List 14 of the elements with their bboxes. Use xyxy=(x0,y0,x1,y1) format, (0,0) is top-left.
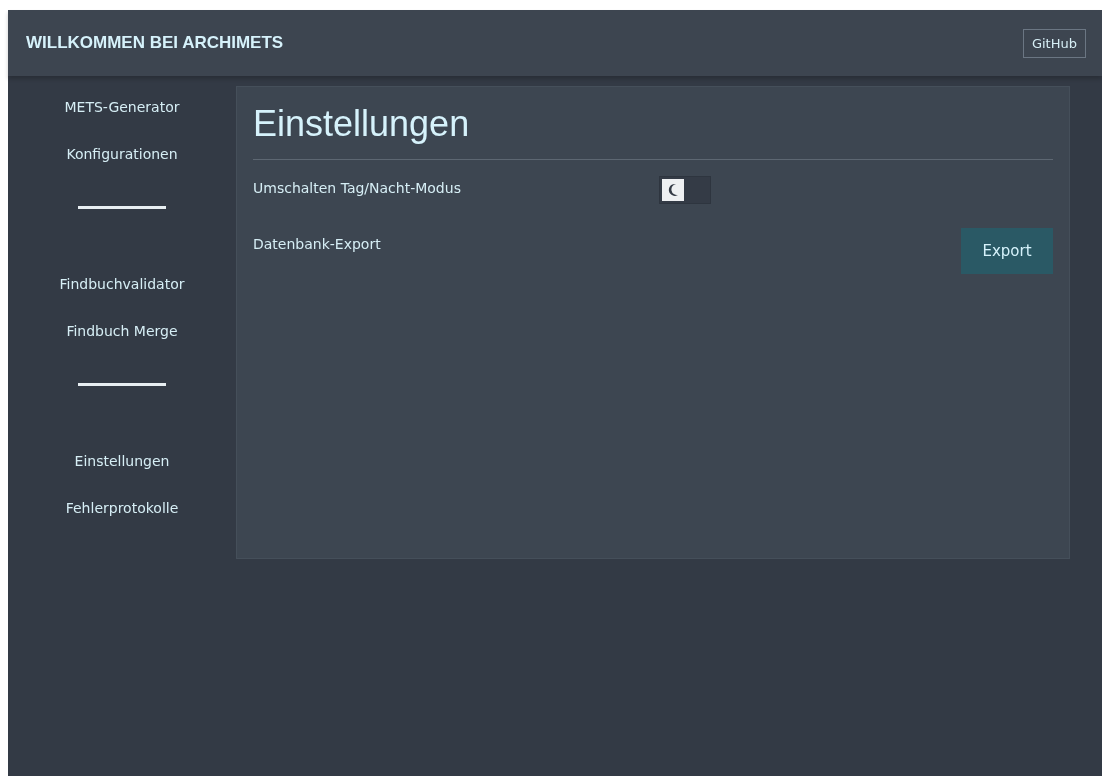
nav-link[interactable]: Findbuchvalidator xyxy=(59,273,185,320)
nav-link[interactable]: Konfigurationen xyxy=(66,143,178,190)
nav-link[interactable]: Findbuch Merge xyxy=(66,320,178,367)
nav-link[interactable]: METS-Generator xyxy=(64,96,180,143)
nav-link[interactable]: Einstellungen xyxy=(74,450,170,497)
setting-label: Umschalten Tag/Nacht-Modus xyxy=(253,180,462,196)
setting-label: Datenbank-Export xyxy=(253,236,382,252)
mode-toggle[interactable] xyxy=(659,176,711,204)
app-title: WILLKOMMEN BEI ARCHIMETS xyxy=(26,33,284,53)
export-button[interactable]: Export xyxy=(961,228,1053,274)
settings-title: Einstellungen xyxy=(253,103,1053,160)
nav-link[interactable]: Fehlerprotokolle xyxy=(65,497,179,544)
github-button[interactable]: GitHub xyxy=(1022,28,1086,58)
moon-icon xyxy=(667,183,679,197)
